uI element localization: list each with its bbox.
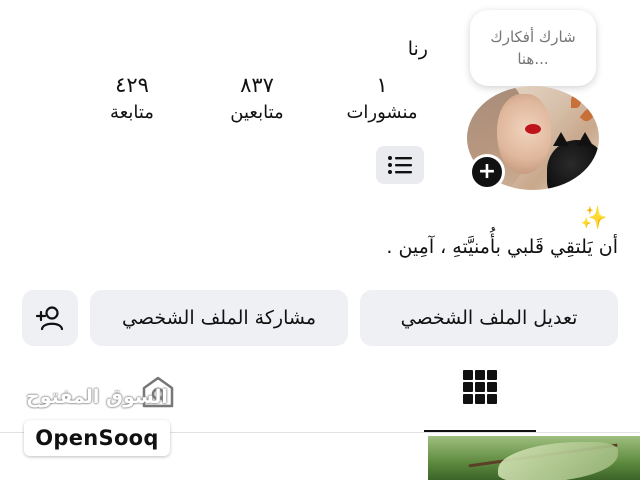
note-line-1: شارك أفكارك <box>490 28 576 46</box>
post-thumbnail[interactable] <box>428 436 640 480</box>
stat-posts[interactable]: ١ منشورات <box>334 72 430 128</box>
posts-count: ١ <box>376 73 388 97</box>
share-profile-button[interactable]: مشاركة الملف الشخصي <box>90 290 348 346</box>
note-bubble[interactable]: شارك أفكارك هنا... <box>470 10 596 86</box>
profile-name: رنا <box>407 38 428 60</box>
following-count: ٤٢٩ <box>115 73 149 97</box>
add-person-button[interactable] <box>22 290 78 346</box>
add-story-button[interactable]: + <box>469 154 505 190</box>
note-line-2: هنا... <box>517 50 549 68</box>
stat-following[interactable]: ٤٢٩ متابعة <box>92 72 172 128</box>
menu-button[interactable] <box>376 146 424 184</box>
posts-label: منشورات <box>346 102 418 123</box>
active-tab-indicator <box>424 430 536 432</box>
watermark-brand: OpenSooq <box>24 420 170 456</box>
edit-profile-button[interactable]: تعديل الملف الشخصي <box>360 290 618 346</box>
stat-followers[interactable]: ٨٣٧ متابعين <box>214 72 300 128</box>
followers-count: ٨٣٧ <box>240 73 274 97</box>
bio-text: أن يَلتقِي قَلبي بأُمنيَّتهِ ، آمِين . <box>386 236 618 258</box>
grid-icon[interactable] <box>463 370 497 404</box>
plus-icon: + <box>477 159 497 184</box>
followers-label: متابعين <box>230 102 284 123</box>
list-icon <box>388 156 412 174</box>
sparkle-icon: ✨ <box>580 206 608 231</box>
following-label: متابعة <box>110 102 154 123</box>
add-person-icon <box>35 306 64 331</box>
watermark-arabic: السوق المفتوح <box>26 386 168 408</box>
